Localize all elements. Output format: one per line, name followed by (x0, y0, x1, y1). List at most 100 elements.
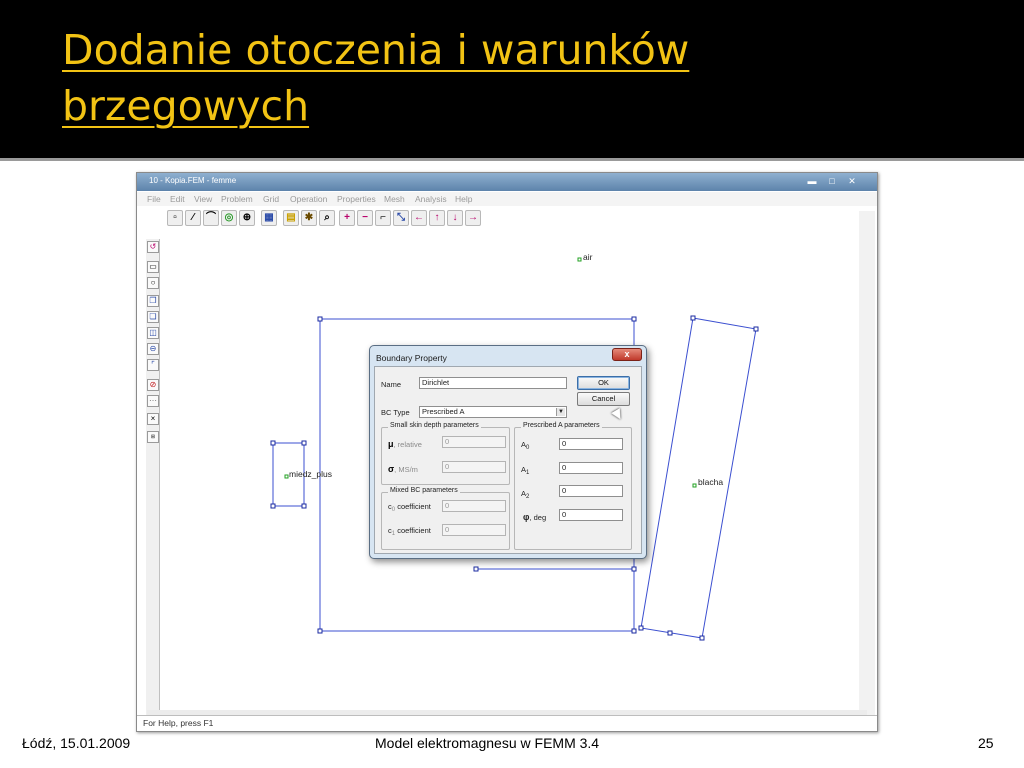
menu-problem[interactable]: Problem (221, 194, 253, 204)
arrow-down-icon[interactable]: ↓ (447, 210, 463, 226)
arrow-up-icon[interactable]: ↑ (429, 210, 445, 226)
copy-icon[interactable]: ❐ (147, 295, 159, 307)
segment-icon[interactable]: ⁄ (185, 210, 201, 226)
c0-subscript: 0 (391, 507, 396, 513)
minus-icon[interactable]: − (357, 210, 373, 226)
zoom-icon[interactable]: ⌕ (319, 210, 335, 226)
footer-title: Model elektromagnesu w FEMM 3.4 (375, 735, 600, 751)
table-icon[interactable]: ▦ (261, 210, 277, 226)
blacha-region[interactable] (640, 317, 757, 639)
arrow-right-icon[interactable]: → (465, 210, 481, 226)
dialog-body: Name Dirichlet OK Cancel BC Type Prescri… (374, 366, 642, 554)
circle-icon[interactable]: ○ (147, 277, 159, 289)
menu-edit[interactable]: Edit (170, 194, 185, 204)
sigma-unit: , MS/m (394, 465, 418, 474)
phi-field[interactable]: 0 (559, 509, 623, 521)
block-label-icon[interactable]: ◎ (221, 210, 237, 226)
a2-label: A2 (521, 489, 529, 500)
c1-subscript: 1 (391, 531, 396, 537)
a2-field[interactable]: 0 (559, 485, 623, 497)
menu-file[interactable]: File (147, 194, 161, 204)
sigma-field[interactable]: 0 (442, 461, 506, 473)
c1-coefficient-field[interactable]: 0 (442, 524, 506, 536)
grid-size-icon[interactable]: ⊞ (147, 431, 159, 443)
a2-subscript: 2 (526, 494, 530, 500)
c0-coefficient-field[interactable]: 0 (442, 500, 506, 512)
undo-icon[interactable]: ↺ (147, 241, 159, 253)
move-icon[interactable]: ❏ (147, 311, 159, 323)
slide-title: Dodanie otoczenia i warunków brzegowych (62, 22, 962, 134)
boundary-property-dialog: Boundary Property x Name Dirichlet OK Ca… (369, 345, 647, 559)
bc-type-label: BC Type (381, 408, 410, 417)
c0-text: coefficient (397, 502, 431, 511)
phi-unit: , deg (529, 513, 547, 522)
mesh-icon[interactable]: ✱ (301, 210, 317, 226)
snap-icon[interactable]: ⌜ (147, 359, 159, 371)
status-text: For Help, press F1 (143, 718, 214, 728)
left-toolbar: ↺ ▭ ○ ❐ ❏ ◫ ⊖ ⌜ ⊘ ⋯ × ⊞ (146, 239, 160, 719)
mixed-bc-group-label: Mixed BC parameters (388, 487, 460, 494)
minimize-icon[interactable]: ▬ (805, 176, 819, 186)
title-band: Dodanie otoczenia i warunków brzegowych (0, 0, 1024, 161)
menu-operation[interactable]: Operation (290, 194, 327, 204)
small-skin-depth-group: Small skin depth parameters μ, relative … (381, 422, 510, 485)
mu-relative-label: μ, relative (388, 439, 422, 449)
status-bar: For Help, press F1 (137, 715, 877, 731)
miedz-plus-region[interactable] (272, 442, 305, 507)
slide-title-line-1: Dodanie otoczenia i warunków (62, 26, 690, 74)
block-label-miedz-plus: miedz_plus (289, 469, 332, 479)
menu-mesh[interactable]: Mesh (384, 194, 405, 204)
c0-label: c0 coefficient (388, 502, 431, 513)
cross-icon[interactable]: × (147, 413, 159, 425)
block-label-blacha: blacha (698, 477, 724, 487)
bc-type-select[interactable]: Prescribed A ▼ (419, 406, 567, 418)
mouse-cursor-icon (611, 408, 625, 422)
a1-label: A1 (521, 465, 529, 476)
arrow-left-icon[interactable]: ← (411, 210, 427, 226)
node-icon[interactable]: ▫ (167, 210, 183, 226)
name-field[interactable]: Dirichlet (419, 377, 567, 389)
a0-subscript: 0 (526, 445, 530, 451)
ok-button[interactable]: OK (577, 376, 630, 390)
c1-text: coefficient (397, 526, 431, 535)
zoom-natural-icon[interactable]: ⤡ (393, 210, 409, 226)
folder-icon[interactable]: ▤ (283, 210, 299, 226)
menu-view[interactable]: View (194, 194, 212, 204)
grid-icon[interactable]: ⋯ (147, 395, 159, 407)
prescribed-a-group-label: Prescribed A parameters (521, 422, 602, 429)
mixed-bc-group: Mixed BC parameters c0 coefficient 0 c1 … (381, 487, 510, 550)
dialog-title: Boundary Property (376, 353, 447, 363)
close-icon[interactable]: ✕ (845, 176, 859, 186)
a1-field[interactable]: 0 (559, 462, 623, 474)
a0-field[interactable]: 0 (559, 438, 623, 450)
plus-icon[interactable]: + (339, 210, 355, 226)
window-titlebar: 10 - Kopia.FEM - femme ▬ □ ✕ (137, 173, 877, 191)
chevron-down-icon[interactable]: ▼ (556, 408, 565, 416)
femm-window: 10 - Kopia.FEM - femme ▬ □ ✕ File Edit V… (136, 172, 878, 732)
menu-grid[interactable]: Grid (263, 194, 279, 204)
mu-relative-field[interactable]: 0 (442, 436, 506, 448)
toolbar: ▫ ⁄ ⌒ ◎ ⊕ ▦ ▤ ✱ ⌕ + − ⌐ ⤡ ← ↑ ↓ → (167, 209, 481, 229)
arc-icon[interactable]: ⌒ (203, 210, 219, 226)
prescribed-a-group: Prescribed A parameters A0 0 A1 0 A2 0 φ… (514, 422, 632, 550)
select-icon[interactable]: ▭ (147, 261, 159, 273)
small-skin-depth-group-label: Small skin depth parameters (388, 422, 481, 429)
menu-help[interactable]: Help (455, 194, 472, 204)
vertical-scrollbar[interactable] (859, 211, 875, 731)
mirror-icon[interactable]: ◫ (147, 327, 159, 339)
group-icon[interactable]: ⊕ (239, 210, 255, 226)
maximize-icon[interactable]: □ (825, 176, 839, 186)
name-label: Name (381, 380, 402, 389)
menu-properties[interactable]: Properties (337, 194, 376, 204)
cancel-button[interactable]: Cancel (577, 392, 630, 406)
menu-analysis[interactable]: Analysis (415, 194, 447, 204)
block-label-air: air (583, 252, 593, 262)
zoom-box-icon[interactable]: ⌐ (375, 210, 391, 226)
delete-icon[interactable]: ⊘ (147, 379, 159, 391)
a1-subscript: 1 (526, 470, 530, 476)
footer-date: Łódź, 15.01.2009 (22, 735, 131, 751)
dialog-close-button[interactable]: x (612, 348, 642, 361)
scale-icon[interactable]: ⊖ (147, 343, 159, 355)
sigma-label: σ, MS/m (388, 464, 418, 474)
c1-label: c1 coefficient (388, 526, 431, 537)
